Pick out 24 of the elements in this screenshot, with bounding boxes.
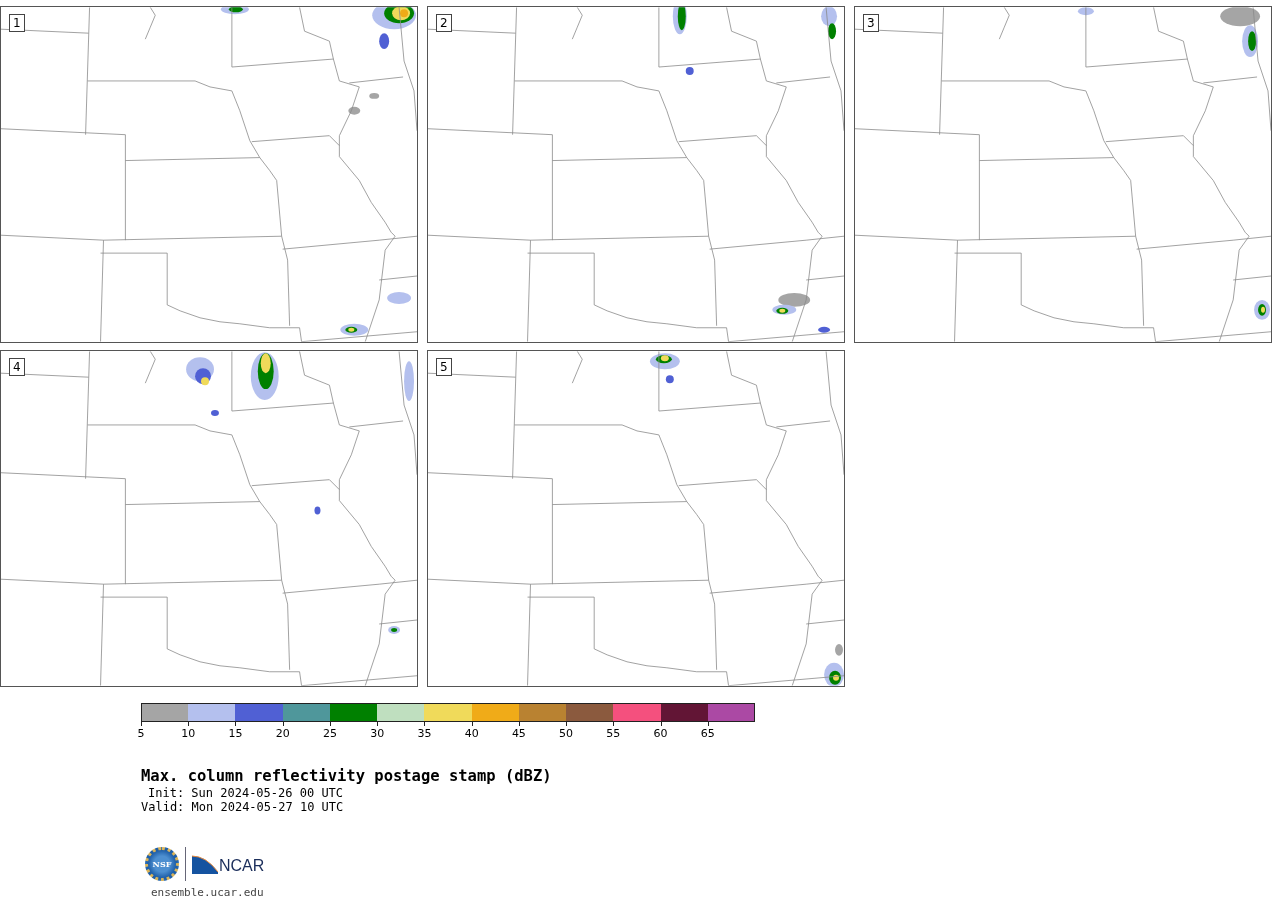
panel-number: 3 xyxy=(863,14,879,32)
ncar-logo: NCAR xyxy=(192,854,265,874)
tick-label: 60 xyxy=(653,727,668,740)
init-time: Init: Sun 2024-05-26 00 UTC xyxy=(147,786,344,800)
website-url: ensemble.ucar.edu xyxy=(151,886,265,899)
tick-label: 10 xyxy=(181,727,196,740)
chart-title: Max. column reflectivity postage stamp (dBZ) xyxy=(141,767,552,786)
tick-label: 30 xyxy=(370,727,385,740)
tick-label: 50 xyxy=(559,727,574,740)
tick-label: 5 xyxy=(137,727,145,740)
tick-label: 55 xyxy=(606,727,621,740)
valid-time: Valid: Mon 2024-05-27 10 UTC xyxy=(141,800,344,814)
tick-label: 40 xyxy=(464,727,479,740)
panel-number: 2 xyxy=(436,14,452,32)
tick-label: 35 xyxy=(417,727,432,740)
tick-label: 20 xyxy=(275,727,290,740)
tick-label: 45 xyxy=(511,727,526,740)
panel-number: 1 xyxy=(9,14,25,32)
nsf-logo: NSF xyxy=(145,847,179,881)
panel-number: 4 xyxy=(9,358,25,376)
tick-label: 65 xyxy=(700,727,715,740)
tick-label: 25 xyxy=(322,727,337,740)
tick-label: 15 xyxy=(228,727,243,740)
panel-number: 5 xyxy=(436,358,452,376)
